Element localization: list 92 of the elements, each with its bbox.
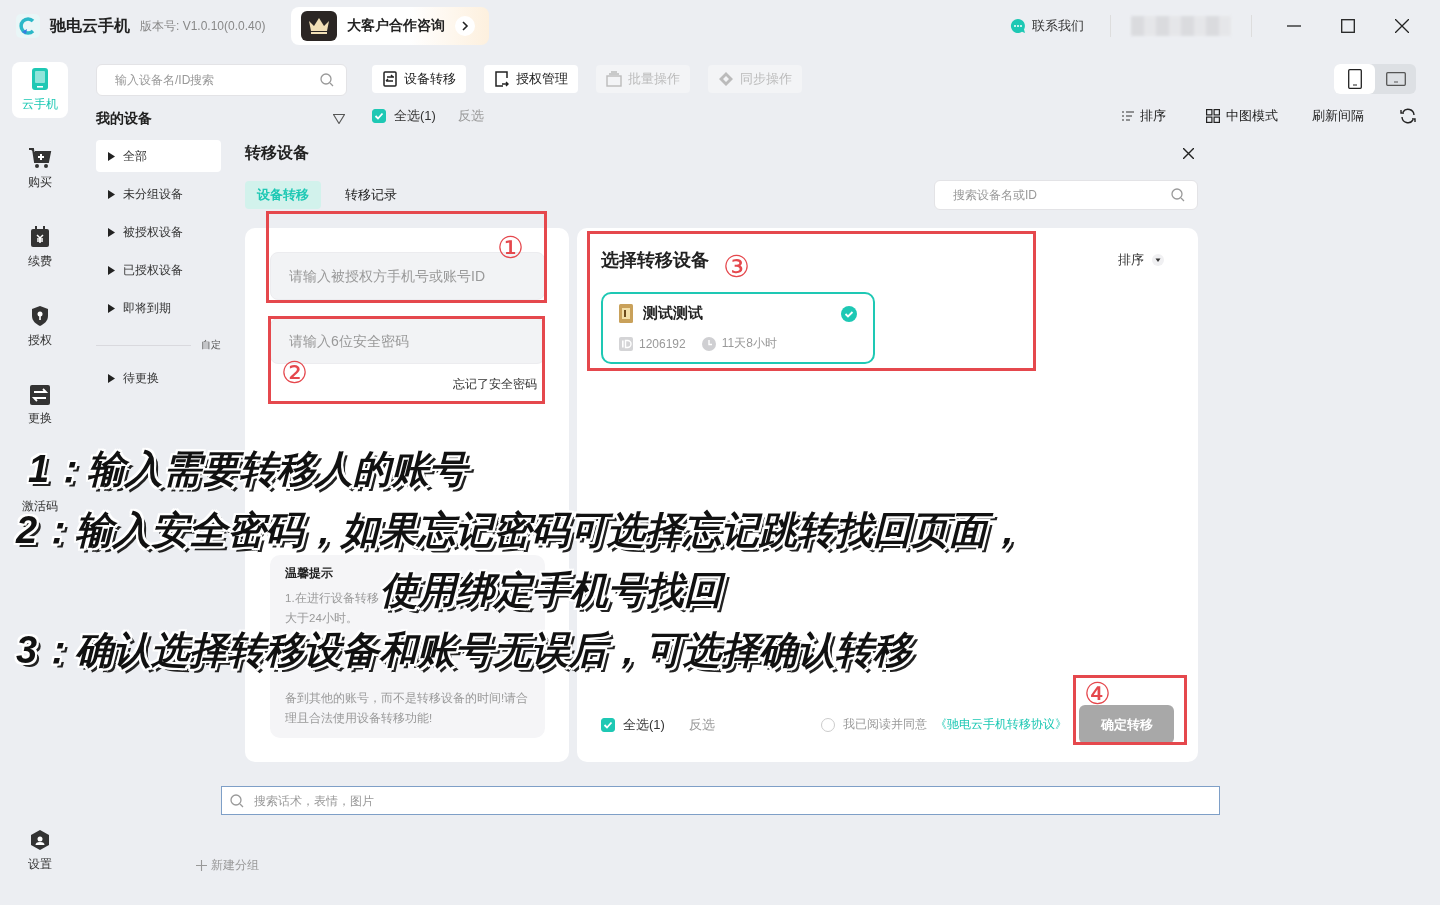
tip-line: 大于24小时。 xyxy=(285,611,358,626)
remaining-time: 11天8小时 xyxy=(721,335,777,352)
sort-button[interactable]: 排序 xyxy=(1116,106,1172,126)
step-number: ③ xyxy=(723,252,750,282)
sync-icon xyxy=(718,71,734,87)
view-mode-button[interactable]: 中图模式 xyxy=(1200,106,1284,126)
caret-down-icon xyxy=(1152,254,1164,266)
group-item[interactable]: 被授权设备 xyxy=(96,216,221,248)
tab[interactable]: 转移记录 xyxy=(333,181,409,209)
chevron-icon xyxy=(455,16,476,36)
caption-text: 3：确认选择转移设备和账号无误后，可选择确认转移 xyxy=(16,629,912,671)
section-title: 选择转移设备 xyxy=(601,249,709,272)
group-item[interactable]: 即将到期 xyxy=(96,292,221,324)
device-search-field[interactable]: 搜索设备名或ID xyxy=(934,180,1198,210)
swap-icon xyxy=(30,385,50,405)
layers-icon xyxy=(606,71,622,87)
check-circle-icon xyxy=(841,305,857,322)
nav-item[interactable]: 更换 xyxy=(12,378,68,434)
checkbox[interactable] xyxy=(372,109,386,123)
shield-icon xyxy=(30,305,50,327)
calendar-icon xyxy=(30,226,50,248)
caret-icon xyxy=(108,265,115,275)
app-name: 驰电云手机 xyxy=(50,15,130,36)
nav-item[interactable]: 续费 xyxy=(12,220,68,276)
caret-icon xyxy=(108,227,115,237)
version-text: 版本号: V1.0.10(0.0.40) xyxy=(140,17,266,35)
checkmark-icon xyxy=(603,719,613,730)
group-item[interactable]: 全部 xyxy=(96,140,221,172)
portrait-toggle[interactable] xyxy=(1334,64,1375,94)
app-logo-icon xyxy=(16,14,40,38)
maximize-icon xyxy=(1341,19,1355,33)
select-all-label[interactable]: 全选(1) xyxy=(623,715,665,734)
phone-icon xyxy=(31,67,49,91)
caption-text: 1：输入需要转移人的账号 xyxy=(28,448,468,490)
forgot-password-link[interactable]: 忘记了安全密码 xyxy=(453,376,537,393)
close-icon xyxy=(1182,147,1194,159)
cart-icon xyxy=(28,147,52,169)
search-input[interactable]: 搜索设备名或ID xyxy=(951,187,1171,203)
device-card[interactable]: 测试测试 1206192 11天8小时 xyxy=(601,292,875,364)
tip-line: 备到其他的账号，而不是转移设备的时间!请合 xyxy=(285,691,529,706)
tip-line: 1.在进行设备转移 xyxy=(285,591,379,606)
id-badge-icon xyxy=(619,336,633,351)
tip-line: 理且合法使用设备转移功能! xyxy=(285,711,433,726)
search-icon xyxy=(320,73,334,87)
caret-icon xyxy=(108,189,115,199)
agree-text: 我已阅读并同意 xyxy=(843,716,927,733)
plus-icon xyxy=(196,860,207,871)
select-all-label[interactable]: 全选(1) xyxy=(394,107,436,125)
search-icon xyxy=(230,793,244,808)
grid-icon xyxy=(1206,109,1220,123)
refresh-icon[interactable] xyxy=(1400,108,1416,124)
contact-link[interactable]: 联系我们 xyxy=(1004,16,1090,36)
clock-icon xyxy=(701,336,716,351)
device-search-field[interactable]: 输入设备名/ID搜索 xyxy=(96,64,347,96)
tips-title: 温馨提示 xyxy=(285,565,334,582)
phone-portrait-icon xyxy=(1347,69,1362,89)
filter-icon[interactable] xyxy=(333,114,345,124)
promo-button[interactable]: 大客户合作咨询 xyxy=(291,7,490,45)
device-id: 1206192 xyxy=(639,336,686,351)
sort-button[interactable]: 排序 xyxy=(1112,250,1170,270)
card-thumbnail-icon xyxy=(619,304,633,323)
group-item[interactable]: 已授权设备 xyxy=(96,254,221,286)
settings-nav-item[interactable]: 设置 xyxy=(12,823,68,879)
dialog-title: 转移设备 xyxy=(245,142,309,163)
section-title: 我的设备 xyxy=(96,110,152,128)
checkbox[interactable] xyxy=(601,717,615,732)
nav-item[interactable]: 授权 xyxy=(12,299,68,355)
document-icon xyxy=(494,71,510,87)
group-item[interactable]: 待更换 xyxy=(96,362,221,394)
account-input[interactable]: 请输入被授权方手机号或账号ID xyxy=(287,267,528,285)
caret-icon xyxy=(108,151,115,161)
screen-landscape-icon xyxy=(1385,72,1406,86)
caret-icon xyxy=(108,373,115,383)
settings-icon xyxy=(30,829,50,851)
toolbar-button[interactable]: 授权管理 xyxy=(484,65,578,93)
refresh-interval-button[interactable]: 刷新间隔 xyxy=(1306,106,1370,126)
close-icon xyxy=(1395,19,1409,33)
password-input[interactable]: 请输入6位安全密码 xyxy=(287,332,528,350)
search-icon xyxy=(1171,188,1185,202)
transfer-icon xyxy=(382,71,398,87)
group-item[interactable]: 未分组设备 xyxy=(96,178,221,210)
custom-label: 自定 xyxy=(201,338,221,352)
list-icon xyxy=(1122,111,1134,121)
toolbar-button[interactable]: 设备转移 xyxy=(372,65,466,93)
crown-icon xyxy=(301,11,338,41)
device-name: 测试测试 xyxy=(643,304,704,323)
caret-icon xyxy=(108,303,115,313)
nav-item[interactable]: 购买 xyxy=(12,141,68,197)
checkmark-icon xyxy=(374,111,384,121)
phrase-search-field[interactable]: 搜索话术，表情，图片 xyxy=(221,786,1220,815)
chat-icon xyxy=(1010,18,1026,34)
search-input[interactable]: 输入设备名/ID搜索 xyxy=(113,72,320,88)
